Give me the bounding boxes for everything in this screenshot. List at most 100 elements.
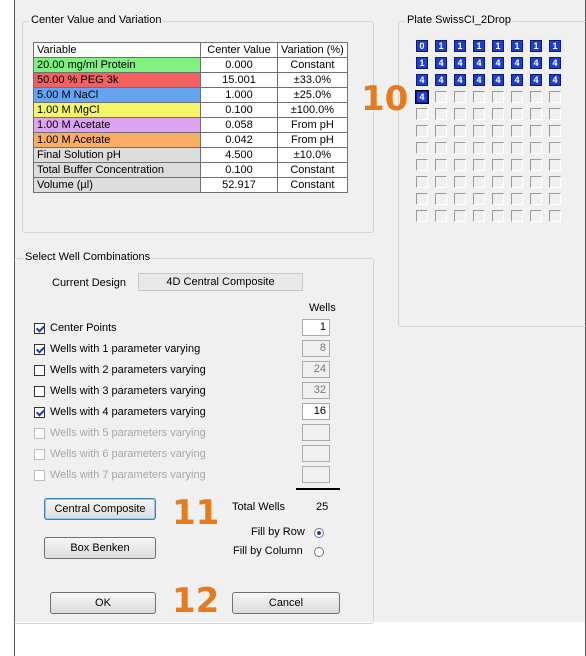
- fill-by-column-radio[interactable]: [314, 547, 324, 557]
- variable-row[interactable]: 1.00 M Acetate 0.058 From pH: [33, 117, 348, 133]
- plate-well-empty[interactable]: [492, 159, 504, 171]
- plate-well-empty[interactable]: [473, 142, 485, 154]
- ok-button[interactable]: OK: [50, 592, 156, 614]
- plate-well-empty[interactable]: [511, 193, 523, 205]
- plate-well-empty[interactable]: [492, 193, 504, 205]
- center-value-cell[interactable]: 0.100: [200, 102, 278, 118]
- plate-well-empty[interactable]: [416, 193, 428, 205]
- well-option-checkbox[interactable]: [34, 406, 45, 418]
- well-count-field[interactable]: 1: [302, 319, 330, 336]
- plate-well-filled[interactable]: 1: [435, 40, 447, 52]
- plate-well-filled[interactable]: 4: [473, 74, 485, 86]
- variation-cell[interactable]: From pH: [277, 132, 348, 148]
- well-option-checkbox[interactable]: [34, 427, 45, 439]
- center-value-cell[interactable]: 0.100: [200, 162, 278, 178]
- plate-well-empty[interactable]: [454, 142, 466, 154]
- plate-well-empty[interactable]: [492, 108, 504, 120]
- center-value-cell[interactable]: 4.500: [200, 147, 278, 163]
- plate-well-empty[interactable]: [435, 142, 447, 154]
- center-value-cell[interactable]: 0.042: [200, 132, 278, 148]
- plate-well-filled[interactable]: 4: [454, 57, 466, 69]
- plate-well-filled[interactable]: 4: [416, 74, 428, 86]
- plate-well-filled[interactable]: 1: [492, 40, 504, 52]
- well-option-checkbox[interactable]: [34, 469, 45, 481]
- plate-well-empty[interactable]: [416, 125, 428, 137]
- plate-well-filled[interactable]: 4: [530, 57, 542, 69]
- well-count-field[interactable]: 8: [302, 340, 330, 357]
- plate-well-filled[interactable]: 4: [530, 74, 542, 86]
- plate-well-filled[interactable]: 1: [549, 40, 561, 52]
- well-option-checkbox[interactable]: [34, 343, 45, 355]
- variation-cell[interactable]: Constant: [277, 177, 348, 193]
- plate-well-empty[interactable]: [511, 91, 523, 103]
- plate-well-empty[interactable]: [530, 210, 542, 222]
- plate-well-filled[interactable]: 4: [454, 74, 466, 86]
- plate-well-filled[interactable]: 4: [435, 74, 447, 86]
- plate-well-empty[interactable]: [530, 176, 542, 188]
- well-count-field[interactable]: [302, 445, 330, 462]
- well-count-field[interactable]: 24: [302, 361, 330, 378]
- center-value-cell[interactable]: 0.000: [200, 57, 278, 73]
- variable-row[interactable]: 1.00 M Acetate 0.042 From pH: [33, 132, 348, 148]
- variation-cell[interactable]: ±10.0%: [277, 147, 348, 163]
- plate-well-empty[interactable]: [416, 108, 428, 120]
- well-option-row[interactable]: Wells with 1 parameter varying: [34, 341, 200, 357]
- plate-well-empty[interactable]: [473, 108, 485, 120]
- plate-well-empty[interactable]: [435, 108, 447, 120]
- plate-well-empty[interactable]: [416, 142, 428, 154]
- plate-well-filled[interactable]: 1: [416, 57, 428, 69]
- plate-well-filled[interactable]: 4: [511, 74, 523, 86]
- variation-cell[interactable]: Constant: [277, 162, 348, 178]
- plate-well-filled[interactable]: 1: [454, 40, 466, 52]
- plate-well-empty[interactable]: [473, 125, 485, 137]
- plate-well-empty[interactable]: [530, 108, 542, 120]
- variable-row[interactable]: 20.00 mg/ml Protein 0.000 Constant: [33, 57, 348, 73]
- plate-well-empty[interactable]: [549, 142, 561, 154]
- variable-row[interactable]: Final Solution pH 4.500 ±10.0%: [33, 147, 348, 163]
- variation-cell[interactable]: ±100.0%: [277, 102, 348, 118]
- well-option-checkbox[interactable]: [34, 448, 45, 460]
- well-count-field[interactable]: [302, 466, 330, 483]
- plate-well-empty[interactable]: [511, 125, 523, 137]
- well-count-field[interactable]: 32: [302, 382, 330, 399]
- plate-well-empty[interactable]: [492, 91, 504, 103]
- center-value-cell[interactable]: 52.917: [200, 177, 278, 193]
- plate-well-empty[interactable]: [549, 176, 561, 188]
- plate-well-filled[interactable]: 0: [416, 40, 428, 52]
- well-option-row[interactable]: Wells with 5 parameters varying: [34, 425, 206, 441]
- well-option-row[interactable]: Wells with 6 parameters varying: [34, 446, 206, 462]
- well-option-row[interactable]: Wells with 4 parameters varying: [34, 404, 206, 420]
- plate-well-empty[interactable]: [473, 91, 485, 103]
- plate-well-empty[interactable]: [435, 91, 447, 103]
- plate-well-empty[interactable]: [530, 125, 542, 137]
- plate-well-filled[interactable]: 4: [435, 57, 447, 69]
- well-option-row[interactable]: Wells with 7 parameters varying: [34, 467, 206, 483]
- variation-cell[interactable]: ±33.0%: [277, 72, 348, 88]
- plate-well-empty[interactable]: [549, 159, 561, 171]
- plate-well-filled[interactable]: 1: [473, 40, 485, 52]
- plate-well-empty[interactable]: [492, 125, 504, 137]
- plate-well-empty[interactable]: [530, 193, 542, 205]
- cancel-button[interactable]: Cancel: [232, 592, 340, 614]
- variable-row[interactable]: 50.00 % PEG 3k 15.001 ±33.0%: [33, 72, 348, 88]
- center-value-cell[interactable]: 0.058: [200, 117, 278, 133]
- well-option-checkbox[interactable]: [34, 385, 45, 397]
- plate-well-empty[interactable]: [492, 176, 504, 188]
- well-option-row[interactable]: Center Points: [34, 320, 117, 336]
- box-benken-button[interactable]: Box Benken: [44, 537, 156, 559]
- plate-well-empty[interactable]: [416, 159, 428, 171]
- plate-well-empty[interactable]: [454, 176, 466, 188]
- variation-cell[interactable]: Constant: [277, 57, 348, 73]
- plate-well-filled[interactable]: 4: [549, 74, 561, 86]
- plate-well-empty[interactable]: [454, 125, 466, 137]
- center-value-cell[interactable]: 1.000: [200, 87, 278, 103]
- plate-well-empty[interactable]: [549, 193, 561, 205]
- plate-well-empty[interactable]: [511, 159, 523, 171]
- well-option-checkbox[interactable]: [34, 322, 45, 334]
- plate-well-empty[interactable]: [492, 142, 504, 154]
- plate-well-empty[interactable]: [549, 125, 561, 137]
- variation-cell[interactable]: ±25.0%: [277, 87, 348, 103]
- plate-well-empty[interactable]: [492, 210, 504, 222]
- plate-well-empty[interactable]: [454, 91, 466, 103]
- plate-well-empty[interactable]: [454, 108, 466, 120]
